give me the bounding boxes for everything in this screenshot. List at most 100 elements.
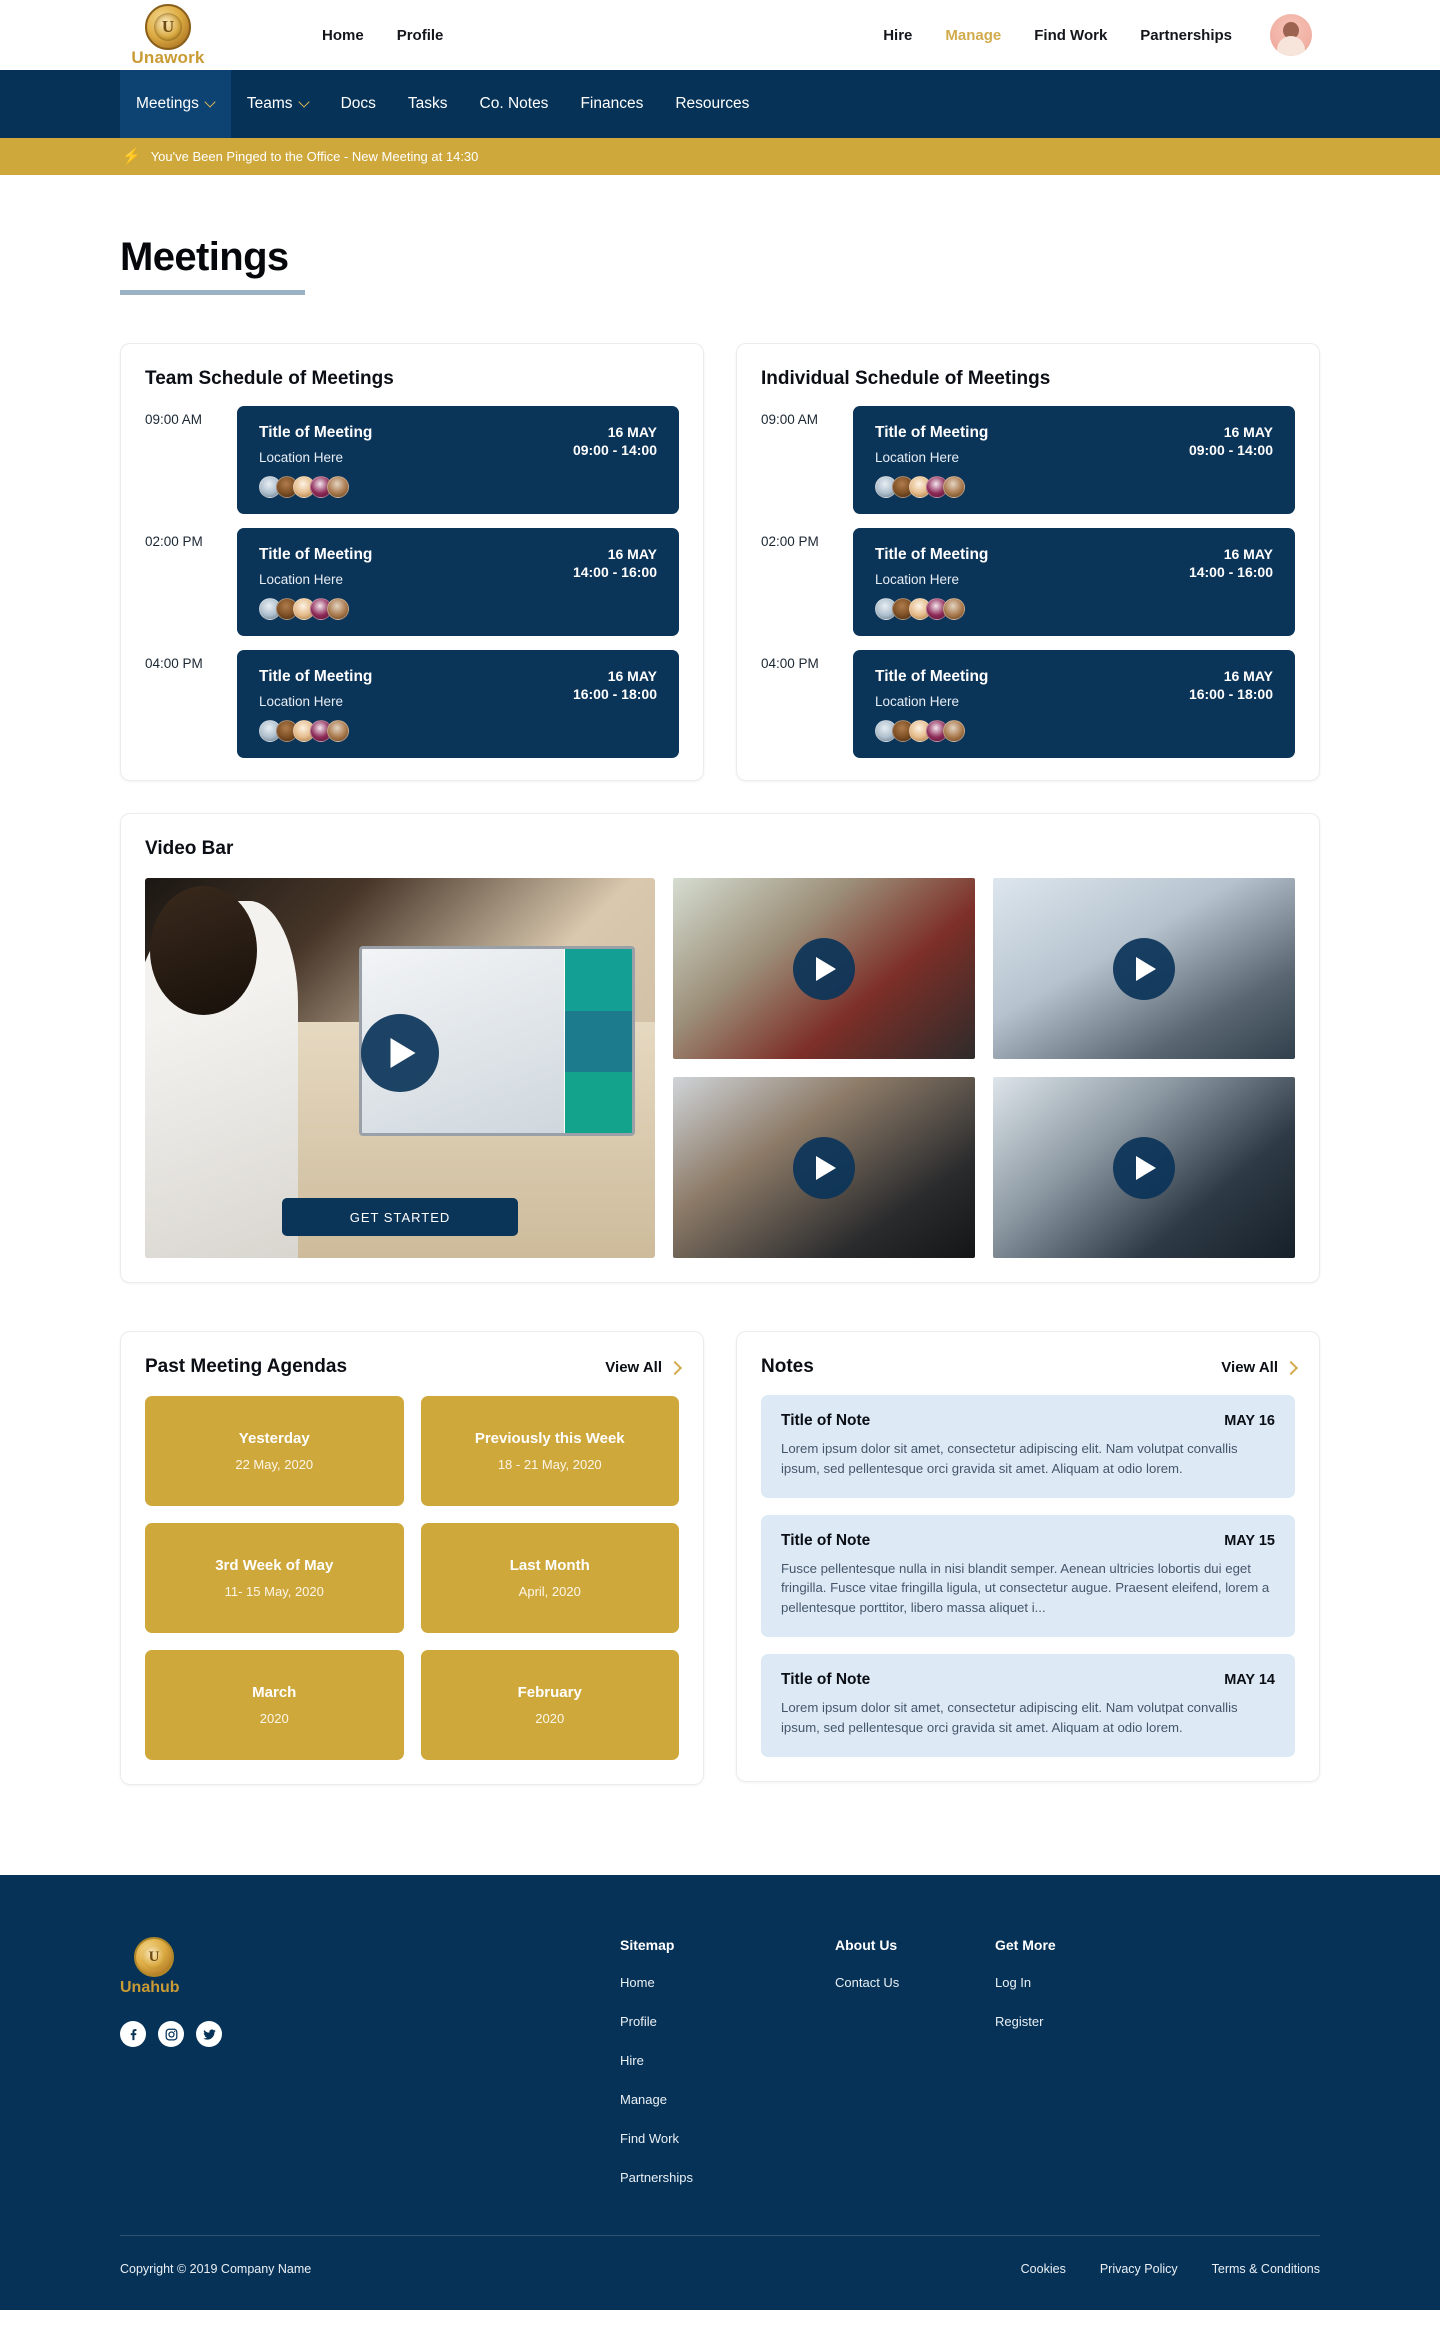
footer-main: U Unahub Sitemap Home Profile Hire Manag… (120, 1937, 1320, 2209)
instagram-icon[interactable] (158, 2021, 184, 2047)
agendas-view-all-link[interactable]: View All (605, 1359, 679, 1376)
agenda-tile[interactable]: March 2020 (145, 1650, 404, 1760)
attendee-avatar (943, 720, 965, 742)
note-date: MAY 14 (1224, 1671, 1275, 1688)
nav-item-meetings[interactable]: Meetings (120, 70, 231, 138)
attendee-avatar (943, 476, 965, 498)
meeting-location: Location Here (259, 572, 344, 587)
footer-link-home[interactable]: Home (620, 1975, 835, 1990)
meeting-date: 16 MAY (1223, 668, 1273, 684)
attendee-avatars (259, 720, 657, 742)
agenda-tile[interactable]: February 2020 (420, 1650, 679, 1760)
video-thumbnail[interactable] (673, 1077, 975, 1258)
meeting-block[interactable]: Title of Meeting Location Here 16 MAY 09… (853, 406, 1295, 514)
schedule-row-time: 04:00 PM (145, 656, 203, 671)
footer-link-hire[interactable]: Hire (620, 2053, 835, 2068)
individual-schedule-heading: Individual Schedule of Meetings (761, 368, 1051, 389)
legal-link-cookies[interactable]: Cookies (1021, 2262, 1066, 2276)
footer-column-heading: Get More (995, 1937, 1056, 1953)
agenda-tile-title: Yesterday (238, 1430, 310, 1447)
note-date: MAY 16 (1224, 1413, 1275, 1429)
play-icon[interactable] (793, 1136, 855, 1199)
agenda-tile-subtitle: 2020 (259, 1711, 289, 1726)
schedule-row: 04:00 PM Title of Meeting Location Here … (145, 650, 679, 758)
footer-link-find-work[interactable]: Find Work (620, 2131, 835, 2146)
topnav-item-manage[interactable]: Manage (945, 27, 1001, 44)
nav-item-resources[interactable]: Resources (659, 70, 765, 138)
play-icon[interactable] (1113, 1136, 1175, 1199)
agenda-tile-title: Last Month (509, 1557, 590, 1574)
agenda-tile[interactable]: 3rd Week of May 11- 15 May, 2020 (145, 1523, 404, 1633)
schedule-row: 02:00 PM Title of Meeting Location Here … (761, 528, 1295, 636)
note-title: Title of Note (781, 1531, 871, 1549)
note-body: Fusce pellentesque nulla in nisi blandit… (781, 1560, 1270, 1616)
topnav-item-find-work[interactable]: Find Work (1034, 27, 1107, 44)
nav-item-finances[interactable]: Finances (564, 70, 659, 138)
main-nav: Meetings Teams Docs Tasks Co. Notes Fina… (0, 70, 1440, 138)
footer-link-contact-us[interactable]: Contact Us (835, 1975, 995, 1990)
meeting-time-range: 14:00 - 16:00 (572, 564, 657, 580)
video-thumbnail[interactable] (993, 878, 1295, 1059)
meeting-title: Title of Meeting (259, 668, 373, 685)
footer-link-register[interactable]: Register (995, 2014, 1155, 2029)
nav-item-tasks-label: Tasks (407, 95, 448, 112)
video-thumbnail[interactable] (673, 878, 975, 1059)
video-grid: GET STARTED (145, 878, 1295, 1258)
footer-logo-glyph: U (148, 1948, 160, 1965)
attendee-avatars (259, 476, 657, 498)
nav-item-docs[interactable]: Docs (325, 70, 392, 138)
individual-schedule-column: Individual Schedule of Meetings 09:00 AM… (736, 343, 1320, 781)
topnav-item-profile[interactable]: Profile (397, 27, 444, 44)
video-thumbnails (673, 878, 1295, 1258)
video-thumbnail[interactable] (993, 1077, 1295, 1258)
alert-banner[interactable]: ⚡ You've Been Pinged to the Office - New… (0, 138, 1440, 175)
play-icon[interactable] (793, 937, 855, 1000)
footer-link-manage[interactable]: Manage (620, 2092, 835, 2107)
footer-link-log-in[interactable]: Log In (995, 1975, 1155, 1990)
attendee-avatars (875, 476, 1273, 498)
meeting-time-range: 16:00 - 18:00 (1188, 686, 1273, 702)
agenda-tile[interactable]: Yesterday 22 May, 2020 (145, 1396, 404, 1506)
meeting-location: Location Here (875, 694, 960, 709)
meeting-block[interactable]: Title of Meeting Location Here 16 MAY 14… (853, 528, 1295, 636)
brand-logo[interactable]: U Unawork (120, 2, 216, 68)
note-item[interactable]: Title of Note MAY 16 Lorem ipsum dolor s… (761, 1395, 1295, 1498)
page-title: Meetings (120, 235, 289, 279)
legal-link-privacy-policy[interactable]: Privacy Policy (1100, 2262, 1178, 2276)
twitter-icon[interactable] (196, 2021, 222, 2047)
nav-item-teams[interactable]: Teams (231, 70, 325, 138)
meeting-block[interactable]: Title of Meeting Location Here 16 MAY 09… (237, 406, 679, 514)
team-schedule-rows: 09:00 AM Title of Meeting Location Here … (145, 406, 679, 758)
meeting-location: Location Here (259, 450, 344, 465)
alert-text: You've Been Pinged to the Office - New M… (150, 149, 479, 164)
agenda-tile-subtitle: 22 May, 2020 (235, 1457, 314, 1472)
meeting-title: Title of Meeting (875, 668, 989, 685)
avatar[interactable] (1270, 14, 1312, 56)
facebook-icon[interactable] (120, 2021, 146, 2047)
main-video[interactable]: GET STARTED (145, 878, 655, 1258)
note-item[interactable]: Title of Note MAY 14 Lorem ipsum dolor s… (761, 1653, 1295, 1757)
agenda-tile[interactable]: Previously this Week 18 - 21 May, 2020 (420, 1396, 679, 1506)
agendas-heading: Past Meeting Agendas (145, 1356, 348, 1377)
meeting-location: Location Here (259, 694, 344, 709)
notes-view-all-link[interactable]: View All (1221, 1359, 1295, 1376)
attendee-avatar (943, 598, 965, 620)
meeting-block[interactable]: Title of Meeting Location Here 16 MAY 16… (853, 650, 1295, 758)
play-icon[interactable] (361, 1013, 439, 1092)
meeting-block[interactable]: Title of Meeting Location Here 16 MAY 16… (237, 650, 679, 758)
meeting-date: 16 MAY (1223, 424, 1273, 440)
meeting-block[interactable]: Title of Meeting Location Here 16 MAY 14… (237, 528, 679, 636)
note-item[interactable]: Title of Note MAY 15 Fusce pellentesque … (761, 1514, 1295, 1637)
footer-link-partnerships[interactable]: Partnerships (620, 2170, 835, 2185)
topnav-item-hire[interactable]: Hire (883, 27, 912, 44)
topnav-item-home[interactable]: Home (322, 27, 364, 44)
legal-link-terms[interactable]: Terms & Conditions (1212, 2262, 1320, 2276)
nav-item-co-notes[interactable]: Co. Notes (464, 70, 565, 138)
get-started-button[interactable]: GET STARTED (282, 1198, 518, 1236)
page-content: Meetings Team Schedule of Meetings 09:00… (0, 175, 1440, 1785)
topnav-item-partnerships[interactable]: Partnerships (1140, 27, 1232, 44)
play-icon[interactable] (1113, 937, 1175, 1000)
footer-link-profile[interactable]: Profile (620, 2014, 835, 2029)
nav-item-tasks[interactable]: Tasks (392, 70, 464, 138)
agenda-tile[interactable]: Last Month April, 2020 (420, 1523, 679, 1633)
